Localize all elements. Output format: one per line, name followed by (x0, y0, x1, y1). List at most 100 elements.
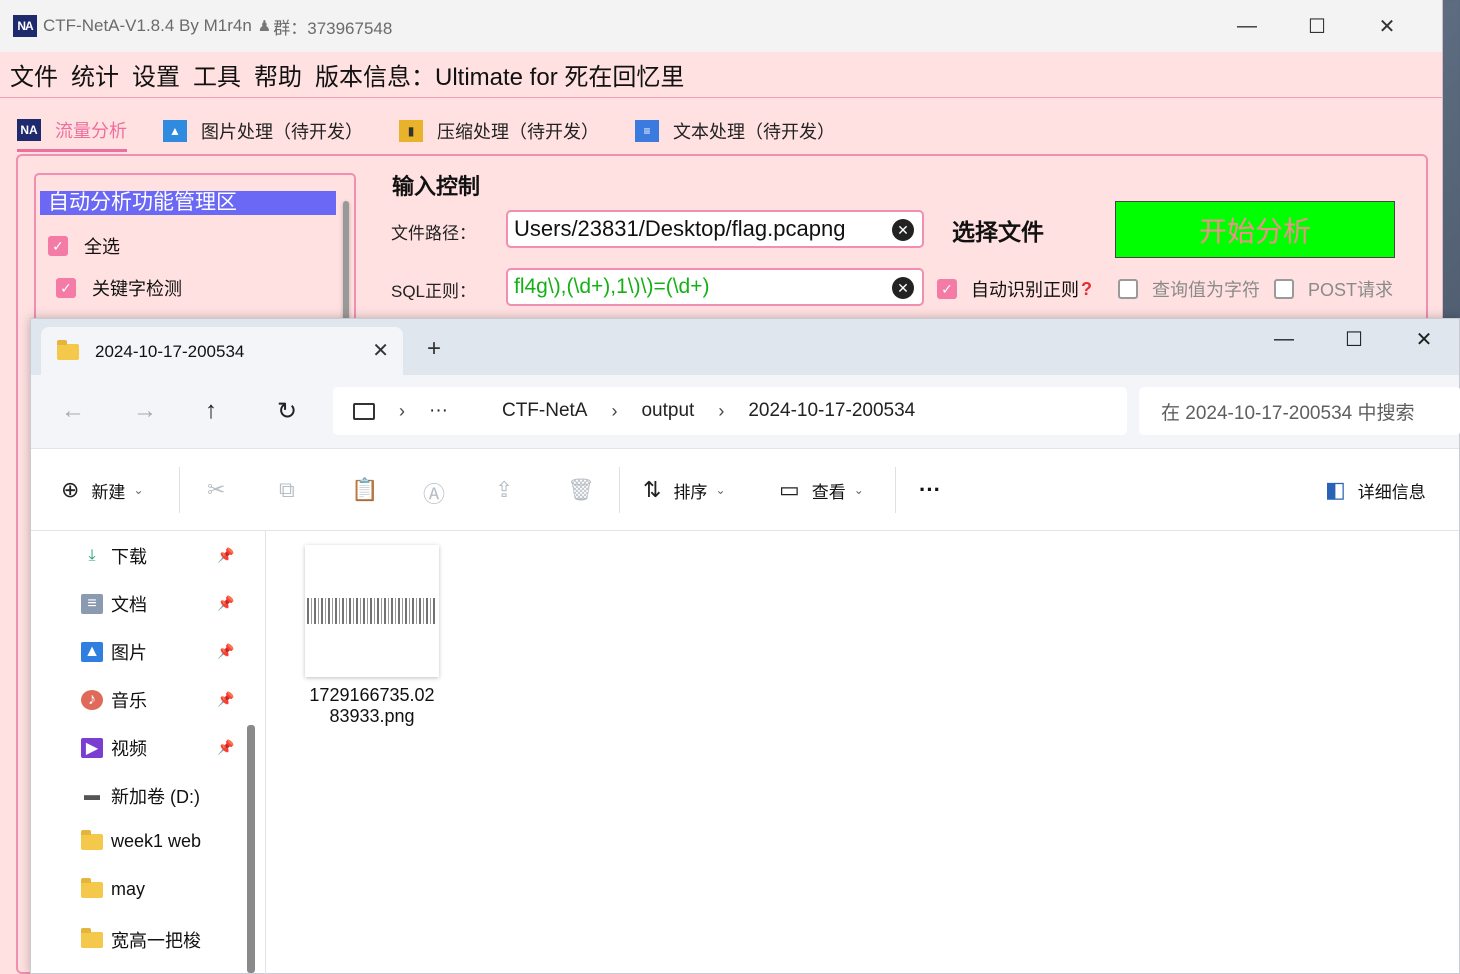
nav-label: 下载 (111, 547, 147, 567)
checkbox-checked-icon: ✓ (48, 236, 68, 256)
tab-label: 压缩处理（待开发） (437, 122, 599, 142)
close-button[interactable]: ✕ (1352, 10, 1422, 42)
music-icon: ♪ (81, 690, 103, 710)
file-path-value: Users/23831/Desktop/flag.pcapng (514, 216, 846, 241)
refresh-icon[interactable]: ↻ (277, 397, 297, 426)
na-logo-icon: NA (17, 118, 41, 141)
explorer-toolbar: ⊕ 新建 ⌄ ✂ ⧉ 📋 Ⓐ ⇪ 🗑 ⇅ 排序 ⌄ ▭ 查看 ⌄ ··· ◧ 详… (31, 449, 1459, 531)
chevron-down-icon: ⌄ (715, 483, 726, 497)
sort-icon: ⇅ (643, 477, 662, 502)
file-item[interactable]: 1729166735.02 83933.png (301, 545, 443, 727)
function-manager-header: 自动分析功能管理区 (40, 191, 336, 215)
pin-icon[interactable]: 📌 (217, 691, 234, 708)
auto-regex-checkbox[interactable]: ✓ 自动识别正则 ? (937, 276, 1092, 302)
maximize-button[interactable]: ☐ (1282, 10, 1352, 42)
pin-icon[interactable]: 📌 (217, 595, 234, 612)
pin-icon[interactable]: 📌 (217, 547, 234, 564)
na-logo-icon: NA (13, 15, 37, 37)
nav-item-kuangao[interactable]: 宽高一把梭 (81, 927, 241, 953)
function-scrollbar[interactable] (342, 181, 350, 321)
nav-label: 图片 (111, 643, 147, 663)
delete-icon[interactable]: 🗑 (567, 477, 595, 503)
start-analysis-button[interactable]: 开始分析 (1115, 201, 1395, 258)
toolbar-divider (895, 467, 896, 513)
file-name-line1: 1729166735.02 (309, 685, 435, 705)
new-button[interactable]: ⊕ 新建 ⌄ (61, 477, 144, 503)
nav-item-drive-d[interactable]: ▬ 新加卷 (D:) (81, 783, 241, 809)
tab-traffic-analysis[interactable]: NA 流量分析 (17, 110, 127, 152)
image-icon: ▲ (163, 120, 187, 142)
breadcrumb-overflow[interactable]: ··· (429, 400, 448, 422)
menu-settings[interactable]: 设置 (132, 57, 180, 92)
tab-image-processing[interactable]: ▲ 图片处理（待开发） (163, 110, 363, 152)
nav-label: 新加卷 (D:) (111, 787, 200, 807)
breadcrumb-item[interactable]: 2024-10-17-200534 (748, 400, 915, 422)
tab-text-processing[interactable]: ≡ 文本处理（待开发） (635, 110, 835, 152)
window-title: CTF-NetA-V1.8.4 By M1r4n (43, 16, 252, 35)
maximize-button[interactable]: ☐ (1319, 319, 1389, 359)
cut-icon[interactable]: ✂ (207, 477, 225, 503)
checkbox-label: 关键字检测 (92, 279, 182, 299)
copy-icon[interactable]: ⧉ (279, 477, 295, 503)
keyword-detect-checkbox[interactable]: ✓ 关键字检测 (56, 275, 182, 301)
input-control-title: 输入控制 (392, 174, 481, 199)
select-file-button[interactable]: 选择文件 (952, 213, 1044, 247)
navigation-scrollbar[interactable] (247, 725, 255, 973)
address-bar-row: ← → ↑ ↻ › ··· › CTF-NetA › output › 2024… (31, 375, 1460, 449)
tab-label: 文本处理（待开发） (673, 122, 835, 142)
menu-help[interactable]: 帮助 (254, 57, 302, 92)
forward-icon[interactable]: → (133, 397, 157, 425)
new-tab-button[interactable]: + (427, 335, 441, 363)
breadcrumb-item[interactable]: output (641, 400, 694, 422)
folder-icon (81, 928, 103, 950)
chevron-right-icon: › (399, 400, 405, 421)
checkbox-label: 自动识别正则 (971, 280, 1079, 300)
menu-file[interactable]: 文件 (10, 57, 58, 92)
search-input[interactable]: 在 2024-10-17-200534 中搜索 (1139, 387, 1460, 435)
file-path-input[interactable]: Users/23831/Desktop/flag.pcapng ✕ (506, 210, 924, 248)
menu-stats[interactable]: 统计 (71, 57, 119, 92)
nav-label: 文档 (111, 595, 147, 615)
query-as-char-checkbox[interactable]: 查询值为字符 (1118, 276, 1260, 302)
post-request-checkbox[interactable]: POST请求 (1274, 276, 1393, 302)
view-button[interactable]: ▭ 查看 ⌄ (779, 477, 864, 503)
qq-icon: ♟ (257, 18, 272, 35)
nav-item-may[interactable]: may (81, 877, 241, 900)
folder-icon (57, 340, 79, 360)
menu-version[interactable]: 版本信息：Ultimate for 死在回忆里 (315, 57, 684, 92)
pin-icon[interactable]: 📌 (217, 739, 234, 756)
toolbar-divider (179, 467, 180, 513)
search-placeholder: 在 2024-10-17-200534 中搜索 (1161, 402, 1415, 424)
pictures-icon: ▲ (81, 642, 103, 662)
pane-divider[interactable] (265, 531, 266, 974)
select-all-checkbox[interactable]: ✓ 全选 (48, 233, 120, 259)
checkbox-label: 全选 (84, 237, 120, 257)
monitor-icon (353, 402, 375, 420)
clear-icon[interactable]: ✕ (892, 277, 914, 299)
tab-archive-processing[interactable]: ▮ 压缩处理（待开发） (399, 110, 599, 152)
nav-item-week1-web[interactable]: week1 web (81, 829, 241, 852)
minimize-button[interactable]: — (1249, 319, 1319, 359)
close-tab-icon[interactable]: ✕ (372, 338, 389, 363)
back-icon[interactable]: ← (61, 397, 85, 425)
breadcrumb-item[interactable]: CTF-NetA (502, 400, 588, 422)
address-bar[interactable]: › ··· › CTF-NetA › output › 2024-10-17-2… (333, 387, 1127, 435)
rename-icon[interactable]: Ⓐ (423, 477, 445, 509)
clear-icon[interactable]: ✕ (892, 219, 914, 241)
menu-tools[interactable]: 工具 (193, 57, 241, 92)
sql-regex-input[interactable]: fl4g\),(\d+),1\)\)=(\d+) ✕ (506, 268, 924, 306)
pin-icon[interactable]: 📌 (217, 643, 234, 660)
sort-button[interactable]: ⇅ 排序 ⌄ (643, 477, 726, 503)
up-icon[interactable]: ↑ (205, 397, 217, 425)
menubar: 文件 统计 设置 工具 帮助 版本信息：Ultimate for 死在回忆里 (0, 52, 1442, 98)
checkbox-label: 查询值为字符 (1152, 280, 1260, 300)
details-button[interactable]: ◧ 详细信息 (1325, 477, 1426, 503)
more-options-button[interactable]: ··· (919, 477, 941, 503)
close-button[interactable]: ✕ (1389, 319, 1459, 359)
explorer-tab[interactable]: 2024-10-17-200534 ✕ (41, 327, 403, 377)
share-icon[interactable]: ⇪ (495, 477, 513, 503)
minimize-button[interactable]: — (1212, 10, 1282, 42)
nav-label: 宽高一把梭 (111, 931, 201, 951)
help-icon[interactable]: ? (1081, 279, 1092, 300)
paste-icon[interactable]: 📋 (351, 477, 378, 503)
